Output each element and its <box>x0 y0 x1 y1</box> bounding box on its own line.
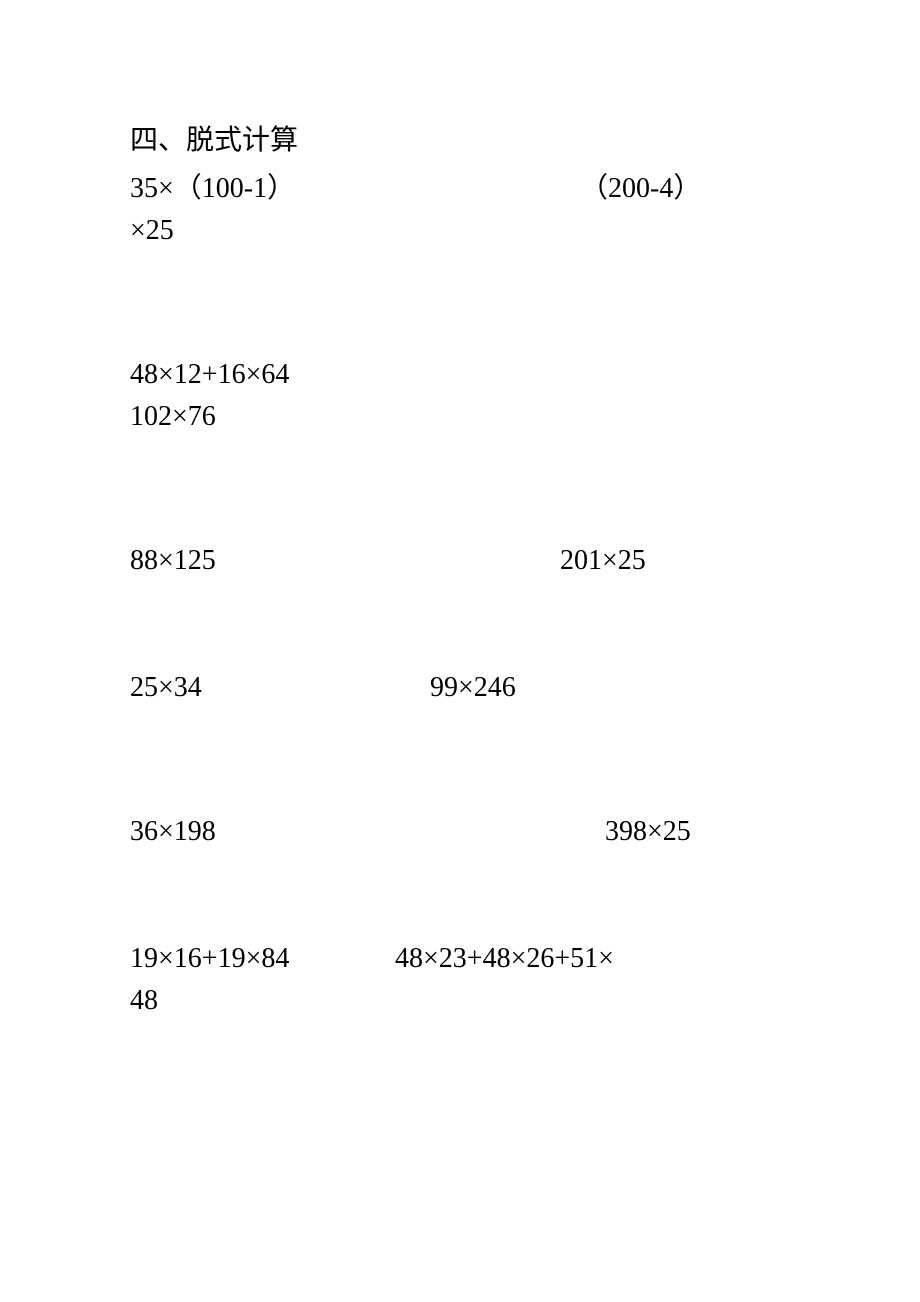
problem-5-left: 36×198 <box>130 811 605 853</box>
problem-1-left: 35×（100-1） <box>130 168 580 210</box>
problem-3-left: 88×125 <box>130 540 560 582</box>
problem-row-6-line1: 19×16+19×84 48×23+48×26+51× <box>130 938 810 980</box>
problem-6-left: 19×16+19×84 <box>130 938 395 980</box>
problem-5-right: 398×25 <box>605 811 691 853</box>
problem-row-2-line1: 48×12+16×64 <box>130 354 810 396</box>
problem-row-1-line1: 35×（100-1） （200-4） <box>130 168 810 210</box>
problem-row-1-line2: ×25 <box>130 210 810 252</box>
problem-row-5: 36×198 398×25 <box>130 811 810 853</box>
problem-row-6-line2: 48 <box>130 980 810 1022</box>
problem-4-right: 99×246 <box>430 667 516 709</box>
problem-row-2-line2: 102×76 <box>130 396 810 438</box>
document-body: 四、脱式计算 35×（100-1） （200-4） ×25 48×12+16×6… <box>130 120 810 1022</box>
problem-1-right: （200-4） <box>580 168 701 210</box>
problem-row-3: 88×125 201×25 <box>130 540 810 582</box>
problem-3-right: 201×25 <box>560 540 646 582</box>
problem-row-4: 25×34 99×246 <box>130 667 810 709</box>
problem-4-left: 25×34 <box>130 667 430 709</box>
section-heading: 四、脱式计算 <box>130 120 810 162</box>
problem-6-right: 48×23+48×26+51× <box>395 938 614 980</box>
